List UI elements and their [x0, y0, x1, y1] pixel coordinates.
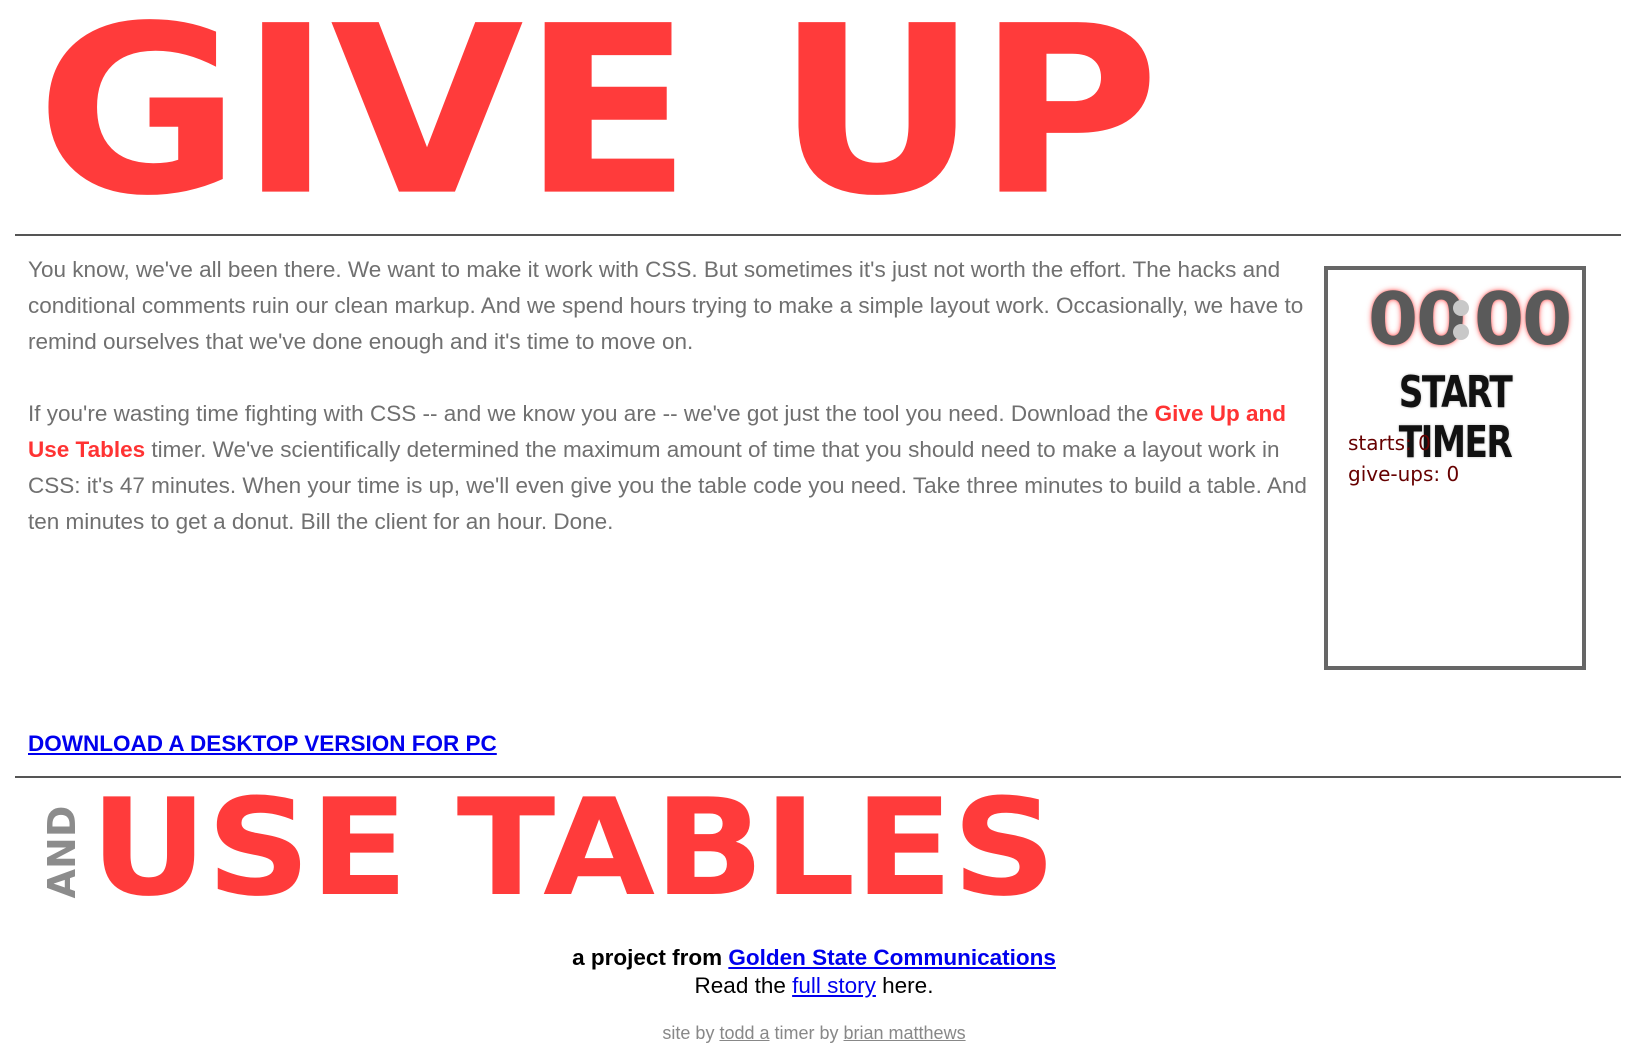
- intro-paragraph-1: You know, we've all been there. We want …: [28, 257, 1304, 354]
- intro-paragraph-2: If you're wasting time fighting with CSS…: [28, 396, 1318, 540]
- timer-stats: starts: 0 give-ups: 0: [1348, 428, 1459, 490]
- download-desktop-link[interactable]: DOWNLOAD A DESKTOP VERSION FOR PC: [28, 730, 497, 758]
- and-text: AND: [40, 805, 84, 899]
- starts-label: starts:: [1348, 431, 1412, 455]
- todd-a-link[interactable]: todd a: [719, 1023, 769, 1043]
- starts-count: starts: 0: [1348, 428, 1459, 459]
- give-up-logo: GIVE UP: [36, 0, 1160, 247]
- giveups-count: give-ups: 0: [1348, 459, 1459, 490]
- full-story-link[interactable]: full story: [792, 973, 876, 998]
- timer-display: 00 00: [1368, 277, 1572, 361]
- brian-matthews-link[interactable]: brian matthews: [844, 1023, 966, 1043]
- timer-minutes: 00: [1368, 277, 1466, 361]
- project-credits: a project from Golden State Communicatio…: [0, 944, 1628, 1000]
- site-prefix: site by: [662, 1023, 720, 1043]
- use-tables-title: USE TABLES: [90, 770, 1056, 926]
- site-credit: site by todd a timer by brian matthews: [0, 1022, 1628, 1044]
- read-suffix: here.: [875, 973, 934, 998]
- timer-seconds: 00: [1474, 277, 1572, 361]
- top-divider: [15, 234, 1621, 236]
- timer-colon-icon: [1452, 300, 1470, 340]
- project-prefix: a project from: [572, 945, 729, 970]
- timer-widget: 00 00 START TIMER starts: 0 give-ups: 0: [1324, 266, 1586, 670]
- read-prefix: Read the: [694, 973, 793, 998]
- giveups-value: 0: [1446, 462, 1460, 486]
- timer-prefix: timer by: [769, 1023, 844, 1043]
- golden-state-link[interactable]: Golden State Communications: [728, 945, 1056, 970]
- use-tables-logo: AND USE TABLES: [40, 778, 1056, 918]
- read-story-line: Read the full story here.: [0, 972, 1628, 1000]
- intro-paragraph-2-end: timer. We've scientifically determined t…: [28, 437, 1307, 534]
- intro-paragraph-2-start: If you're wasting time fighting with CSS…: [28, 401, 1155, 426]
- starts-value: 0: [1418, 431, 1431, 455]
- giveups-label: give-ups:: [1348, 462, 1441, 486]
- project-line: a project from Golden State Communicatio…: [0, 944, 1628, 972]
- and-vertical-text: AND: [40, 800, 84, 904]
- intro-text: You know, we've all been there. We want …: [28, 252, 1318, 576]
